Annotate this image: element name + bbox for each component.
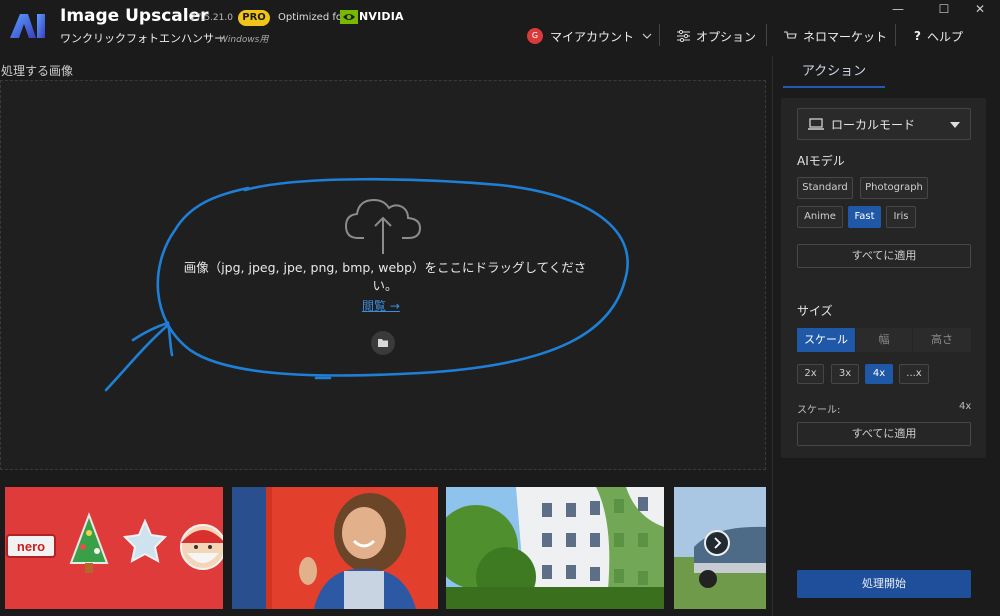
section-title: 処理する画像 (1, 64, 74, 78)
mode-label: ローカルモード (831, 117, 916, 132)
app-name: Image Upscaler (60, 6, 209, 26)
app-version: 27.5.21.0 (190, 13, 233, 23)
chevron-down-icon (642, 33, 652, 39)
model-fast[interactable]: Fast (848, 206, 881, 228)
size-card: サイズ スケール 幅 高さ 2x 3x 4x ...x スケール: 4x すべて… (781, 288, 986, 458)
size-label: サイズ (797, 304, 833, 318)
thumbnail-building[interactable] (446, 487, 664, 609)
folder-icon (378, 339, 388, 347)
model-iris[interactable]: Iris (886, 206, 916, 228)
nvidia-label: NVIDIA (359, 10, 404, 23)
scale-value-label: スケール: (797, 405, 841, 416)
open-folder-button[interactable] (371, 331, 395, 355)
options-label: オプション (696, 29, 757, 44)
tab-actions[interactable]: アクション (783, 62, 885, 88)
browse-link[interactable]: 閲覧 → (362, 297, 400, 314)
nav-divider (766, 24, 767, 46)
chevron-right-icon (714, 537, 722, 549)
start-processing-button[interactable]: 処理開始 (797, 570, 971, 598)
minimize-button[interactable]: — (884, 0, 912, 18)
building-image (446, 487, 664, 609)
nav-divider (659, 24, 660, 46)
apply-size-to-all-button[interactable]: すべてに適用 (797, 422, 971, 446)
dropdown-arrow-icon (950, 122, 960, 128)
laptop-icon (808, 118, 824, 130)
help-icon: ? (914, 29, 921, 43)
thumbnail-woman[interactable] (232, 487, 438, 609)
scale-2x[interactable]: 2x (797, 364, 824, 384)
nav-divider (895, 24, 896, 46)
nvidia-eye-icon (340, 10, 358, 24)
size-tab-scale[interactable]: スケール (797, 328, 855, 352)
size-tab-width[interactable]: 幅 (856, 328, 912, 352)
pro-badge: PRO (238, 10, 270, 26)
market-button[interactable]: ネロマーケット (784, 26, 887, 46)
cookies-image: nero (5, 487, 223, 609)
account-menu[interactable]: G マイアカウント (527, 26, 652, 46)
app-subtitle: ワンクリックフォトエンハンサー (60, 32, 225, 45)
woman-image (232, 487, 438, 609)
ai-logo-icon (10, 14, 45, 38)
mode-select[interactable]: ローカルモード (797, 108, 971, 140)
model-anime[interactable]: Anime (797, 206, 843, 228)
account-label: マイアカウント (550, 29, 635, 44)
next-thumbnails-button[interactable] (704, 530, 730, 556)
cart-icon (784, 31, 797, 39)
options-button[interactable]: オプション (677, 26, 756, 46)
action-panel: アクション ローカルモード AIモデル Standard Photograph … (772, 56, 1000, 616)
avatar: G (527, 28, 543, 44)
apply-model-to-all-button[interactable]: すべてに適用 (797, 244, 971, 268)
ai-model-label: AIモデル (797, 154, 845, 168)
maximize-button[interactable]: ☐ (930, 0, 958, 18)
nero-cookie-label: nero (17, 539, 45, 554)
model-standard[interactable]: Standard (797, 177, 853, 199)
scale-3x[interactable]: 3x (831, 364, 859, 384)
sliders-icon (677, 30, 690, 42)
scale-custom[interactable]: ...x (899, 364, 929, 384)
drop-instructions: 画像（jpg, jpeg, jpe, png, bmp, webp）をここにドラ… (183, 260, 587, 293)
help-button[interactable]: ? ヘルプ (914, 26, 963, 46)
close-button[interactable]: ✕ (966, 0, 994, 18)
scale-value: 4x (959, 401, 972, 412)
help-label: ヘルプ (926, 29, 963, 44)
optimized-for-label: Optimized for (278, 12, 347, 23)
app-subtitle-os: Windows用 (219, 35, 269, 45)
size-tab-height[interactable]: 高さ (913, 328, 971, 352)
scale-4x[interactable]: 4x (865, 364, 893, 384)
market-label: ネロマーケット (803, 29, 888, 44)
cloud-upload-icon (344, 198, 422, 254)
title-bar: Image Upscaler 27.5.21.0 PRO Optimized f… (0, 0, 1000, 56)
model-photograph[interactable]: Photograph (860, 177, 928, 199)
thumbnail-cookies[interactable]: nero (5, 487, 223, 609)
